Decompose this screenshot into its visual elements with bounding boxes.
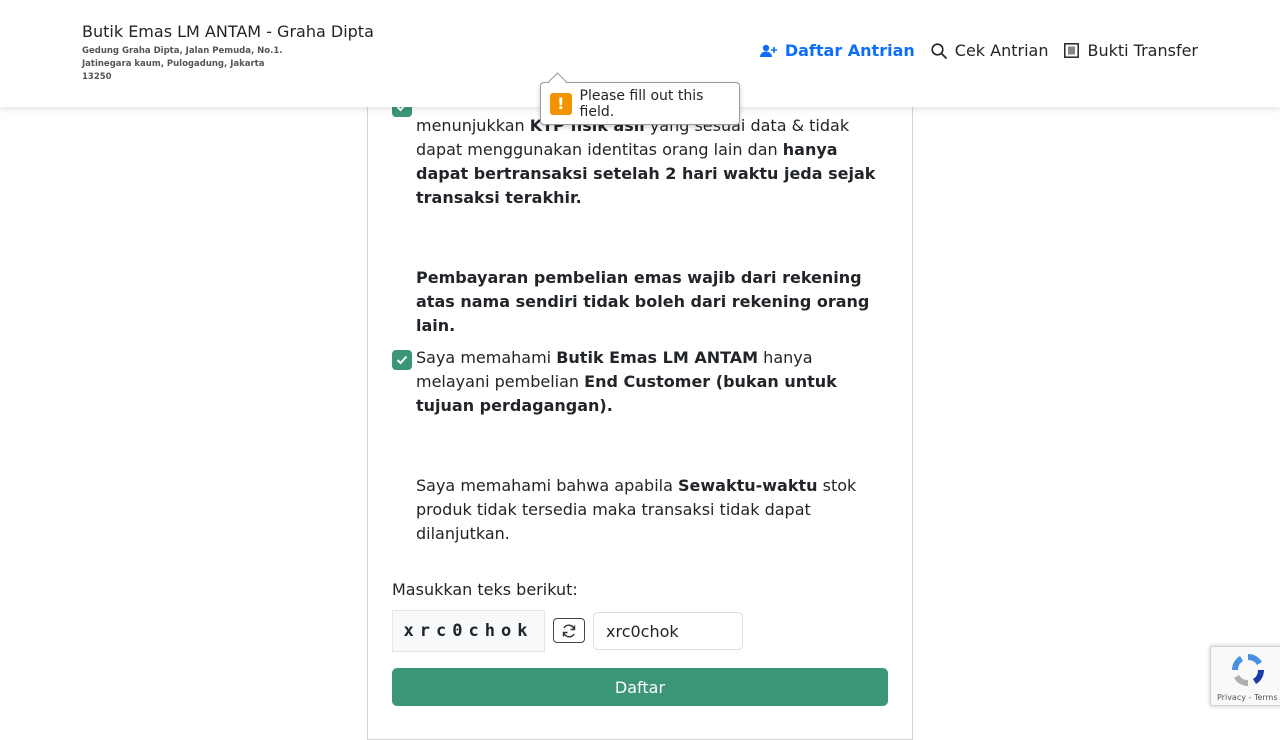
recaptcha-links[interactable]: Privacy - Terms [1217, 693, 1278, 702]
captcha-image: xrc0chok [392, 610, 545, 652]
nav-daftar-antrian[interactable]: Daftar Antrian [759, 41, 915, 60]
tooltip-message: Please fill out this field. [579, 87, 704, 120]
term-strong: Pembayaran pembelian emas wajib dari rek… [416, 268, 870, 335]
search-icon [931, 42, 947, 59]
term-text: menunjukkan [416, 116, 525, 135]
term-strong: Butik Emas LM ANTAM [556, 348, 759, 367]
term-stok: Saya memahami bahwa apabila Sewaktu-wakt… [416, 474, 888, 546]
term-text: Saya memahami [416, 348, 552, 367]
receipt-icon [1064, 43, 1080, 58]
nav-label: Daftar Antrian [784, 41, 915, 60]
nav-label: Bukti Transfer [1087, 41, 1198, 60]
brand-address: Gedung Graha Dipta, Jalan Pemuda, No.1. … [82, 46, 283, 82]
term-ktp: menunjukkan KTP fisik asli yang sesuai d… [416, 114, 888, 210]
nav-label: Cek Antrian [954, 41, 1049, 60]
refresh-icon [562, 624, 576, 637]
recaptcha-icon [1229, 651, 1267, 693]
term-strong: Sewaktu-waktu [678, 476, 818, 495]
brand-title[interactable]: Butik Emas LM ANTAM - Graha Dipta [82, 22, 374, 41]
captcha-refresh-button[interactable] [553, 618, 585, 643]
main-nav: Daftar Antrian Cek Antrian Bukti Transfe… [759, 41, 1198, 60]
person-add-icon [759, 44, 777, 58]
recaptcha-badge[interactable]: Privacy - Terms [1210, 646, 1280, 706]
nav-bukti-transfer[interactable]: Bukti Transfer [1064, 41, 1198, 60]
warning-icon: ! [550, 92, 572, 115]
check-icon [396, 355, 408, 365]
captcha-input[interactable] [593, 612, 743, 650]
term-pembayaran: Pembayaran pembelian emas wajib dari rek… [416, 266, 888, 338]
checkbox-end-customer[interactable] [392, 350, 412, 370]
daftar-button[interactable]: Daftar [392, 668, 888, 706]
term-end-customer: Saya memahami Butik Emas LM ANTAM hanya … [416, 346, 888, 418]
term-text: Saya memahami bahwa apabila [416, 476, 673, 495]
nav-cek-antrian[interactable]: Cek Antrian [931, 41, 1049, 60]
captcha-label: Masukkan teks berikut: [392, 580, 578, 599]
brand: Butik Emas LM ANTAM - Graha Dipta Gedung… [82, 22, 374, 84]
validation-tooltip: ! Please fill out this field. [540, 82, 740, 125]
